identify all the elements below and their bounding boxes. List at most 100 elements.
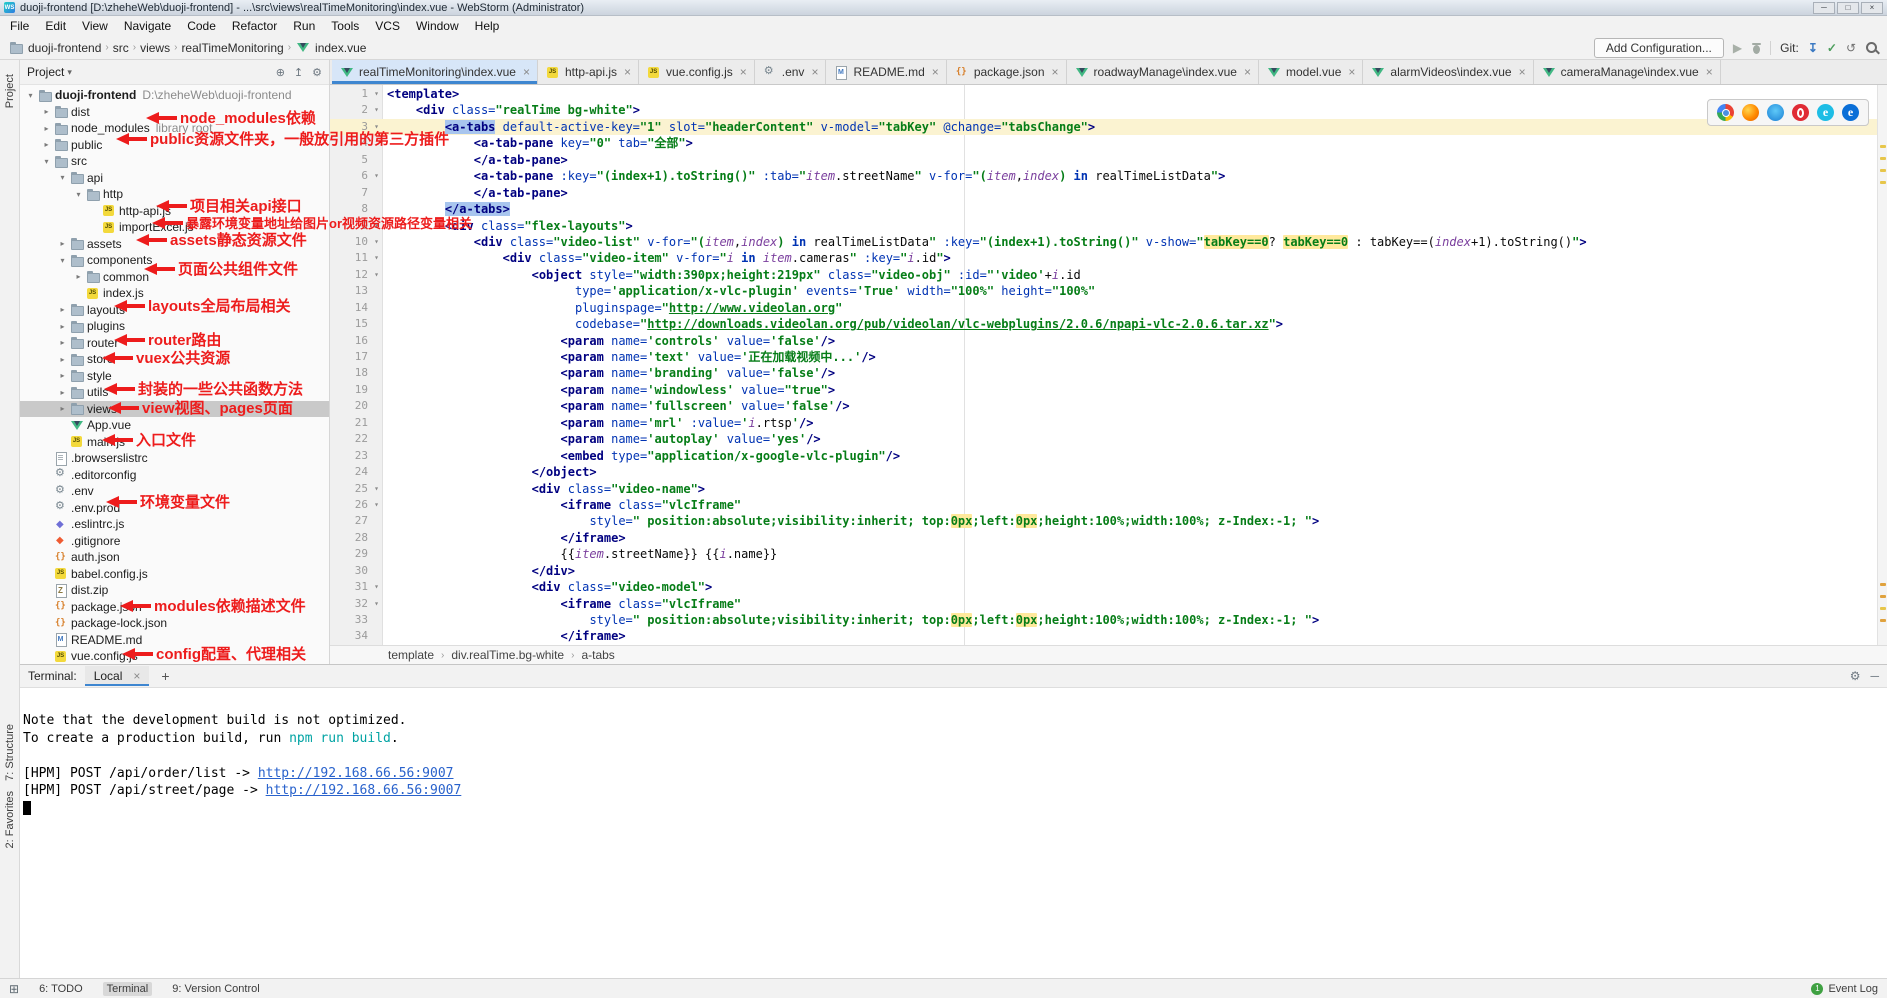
breadcrumb-item-index.vue[interactable]: index.vue: [295, 41, 366, 55]
tree-item-views[interactable]: ▸views: [20, 401, 329, 418]
editor-tab-realTimeMonitoring-index.vue[interactable]: realTimeMonitoring\index.vue×: [332, 60, 538, 84]
maximize-button[interactable]: □: [1837, 2, 1859, 14]
close-tab-icon[interactable]: ×: [740, 65, 747, 79]
close-tab-icon[interactable]: ×: [1348, 65, 1355, 79]
expand-arrow-icon[interactable]: ▸: [56, 355, 69, 364]
code-line-25[interactable]: 25▾<div class="video-name">: [330, 481, 1877, 497]
tree-item-package-lock.json[interactable]: package-lock.json: [20, 615, 329, 632]
tree-item-layouts[interactable]: ▸layouts: [20, 302, 329, 319]
tree-item-node_modules[interactable]: ▸node_moduleslibrary root: [20, 120, 329, 137]
tree-item-index.js[interactable]: index.js: [20, 285, 329, 302]
tool-strip-label-2-favorites[interactable]: 2: Favorites: [4, 791, 16, 848]
close-tab-icon[interactable]: ×: [624, 65, 631, 79]
expand-arrow-icon[interactable]: ▾: [72, 190, 85, 199]
gear-icon[interactable]: ⚙: [312, 66, 322, 79]
tree-item-public[interactable]: ▸public: [20, 137, 329, 154]
safari-browser-icon[interactable]: [1767, 104, 1784, 121]
code-line-23[interactable]: 23<embed type="application/x-google-vlc-…: [330, 448, 1877, 464]
fold-icon[interactable]: ▾: [371, 596, 382, 612]
statusbar-terminal[interactable]: Terminal: [103, 982, 153, 996]
statusbar-6-todo[interactable]: 6: TODO: [35, 982, 87, 996]
expand-arrow-icon[interactable]: ▸: [72, 272, 85, 281]
code-line-31[interactable]: 31▾<div class="video-model">: [330, 579, 1877, 595]
tree-item-.eslintrc.js[interactable]: .eslintrc.js: [20, 516, 329, 533]
close-tab-icon[interactable]: ×: [523, 65, 530, 79]
close-tab-icon[interactable]: ×: [1244, 65, 1251, 79]
fold-icon[interactable]: ▾: [371, 119, 382, 135]
tree-item-store[interactable]: ▸store: [20, 351, 329, 368]
code-line-4[interactable]: 4<a-tab-pane key="0" tab="全部">: [330, 135, 1877, 151]
tree-item-api[interactable]: ▾api: [20, 170, 329, 187]
code-line-11[interactable]: 11▾<div class="video-item" v-for="i in i…: [330, 250, 1877, 266]
tree-item-vue.config.js[interactable]: vue.config.js: [20, 648, 329, 664]
code-line-29[interactable]: 29{{item.streetName}} {{i.name}}: [330, 546, 1877, 562]
fold-icon[interactable]: ▾: [371, 250, 382, 266]
code-line-16[interactable]: 16<param name='controls' value='false'/>: [330, 333, 1877, 349]
menu-help[interactable]: Help: [467, 17, 508, 35]
tree-item-main.js[interactable]: main.js: [20, 434, 329, 451]
tree-item-.editorconfig[interactable]: .editorconfig: [20, 467, 329, 484]
expand-arrow-icon[interactable]: ▸: [40, 140, 53, 149]
editor-tab-package.json[interactable]: package.json×: [947, 60, 1067, 84]
editor-tab-vue.config.js[interactable]: vue.config.js×: [639, 60, 755, 84]
chrome-browser-icon[interactable]: [1717, 104, 1734, 121]
stripe-mark[interactable]: [1880, 169, 1886, 172]
tree-item-.env.prod[interactable]: .env.prod: [20, 500, 329, 517]
tool-strip-label-project[interactable]: Project: [4, 74, 16, 108]
code-line-30[interactable]: 30</div>: [330, 563, 1877, 579]
editor-breadcrumb-item[interactable]: a-tabs: [581, 648, 614, 662]
expand-arrow-icon[interactable]: ▸: [56, 371, 69, 380]
ie-browser-icon[interactable]: [1817, 104, 1834, 121]
code-line-18[interactable]: 18<param name='branding' value='false'/>: [330, 365, 1877, 381]
fold-icon[interactable]: ▾: [371, 218, 382, 234]
code-line-12[interactable]: 12▾<object style="width:390px;height:219…: [330, 267, 1877, 283]
terminal-settings-icon[interactable]: ⚙: [1850, 669, 1861, 683]
tree-item-components[interactable]: ▾components: [20, 252, 329, 269]
tool-windows-icon[interactable]: ⊞: [9, 982, 19, 996]
close-tab-icon[interactable]: ×: [1052, 65, 1059, 79]
editor-tab-README.md[interactable]: README.md×: [826, 60, 946, 84]
editor-tab-http-api.js[interactable]: http-api.js×: [538, 60, 639, 84]
code-line-28[interactable]: 28</iframe>: [330, 530, 1877, 546]
opera-browser-icon[interactable]: [1792, 104, 1809, 121]
close-tab-icon[interactable]: ×: [811, 65, 818, 79]
editor-breadcrumb-item[interactable]: template: [388, 648, 434, 662]
tree-item-utils[interactable]: ▸utils: [20, 384, 329, 401]
menu-tools[interactable]: Tools: [323, 17, 367, 35]
expand-arrow-icon[interactable]: ▸: [56, 305, 69, 314]
tree-item-http[interactable]: ▾http: [20, 186, 329, 203]
fold-icon[interactable]: ▾: [371, 579, 382, 595]
tree-item-dist.zip[interactable]: dist.zip: [20, 582, 329, 599]
code-line-22[interactable]: 22<param name='autoplay' value='yes'/>: [330, 431, 1877, 447]
code-line-21[interactable]: 21<param name='mrl' :value='i.rtsp'/>: [330, 415, 1877, 431]
close-tab-icon[interactable]: ×: [932, 65, 939, 79]
menu-refactor[interactable]: Refactor: [224, 17, 285, 35]
expand-arrow-icon[interactable]: ▸: [56, 239, 69, 248]
firefox-browser-icon[interactable]: [1742, 104, 1759, 121]
expand-arrow-icon[interactable]: ▸: [56, 322, 69, 331]
tool-strip-label-7-structure[interactable]: 7: Structure: [4, 724, 16, 781]
edge-browser-icon[interactable]: [1842, 104, 1859, 121]
expand-arrow-icon[interactable]: ▾: [56, 256, 69, 265]
tree-item-dist[interactable]: ▸dist: [20, 104, 329, 121]
minimize-button[interactable]: ─: [1813, 2, 1835, 14]
git-history-icon[interactable]: ↺: [1846, 42, 1856, 54]
fold-icon[interactable]: ▾: [371, 481, 382, 497]
code-line-6[interactable]: 6▾<a-tab-pane :key="(index+1).toString()…: [330, 168, 1877, 184]
expand-arrow-icon[interactable]: ▾: [40, 157, 53, 166]
search-everywhere-icon[interactable]: [1865, 41, 1879, 55]
breadcrumb-item-duoji-frontend[interactable]: duoji-frontend: [8, 41, 101, 55]
tree-item-App.vue[interactable]: App.vue: [20, 417, 329, 434]
tree-item-auth.json[interactable]: auth.json: [20, 549, 329, 566]
code-editor[interactable]: 1▾<template>2▾<div class="realTime bg-wh…: [330, 85, 1887, 645]
tree-item-duoji-frontend[interactable]: ▾duoji-frontendD:\zheheWeb\duoji-fronten…: [20, 87, 329, 104]
tree-item-assets[interactable]: ▸assets: [20, 236, 329, 253]
project-panel-title[interactable]: Project: [27, 65, 64, 79]
stripe-mark[interactable]: [1880, 595, 1886, 598]
tree-item-router[interactable]: ▸router: [20, 335, 329, 352]
breadcrumb-item-src[interactable]: src: [113, 41, 129, 55]
code-line-15[interactable]: 15codebase="http://downloads.videolan.or…: [330, 316, 1877, 332]
editor-tab-alarmVideos-index.vue[interactable]: alarmVideos\index.vue×: [1363, 60, 1533, 84]
tree-item-package.json[interactable]: package.json: [20, 599, 329, 616]
error-stripe[interactable]: [1877, 85, 1887, 645]
